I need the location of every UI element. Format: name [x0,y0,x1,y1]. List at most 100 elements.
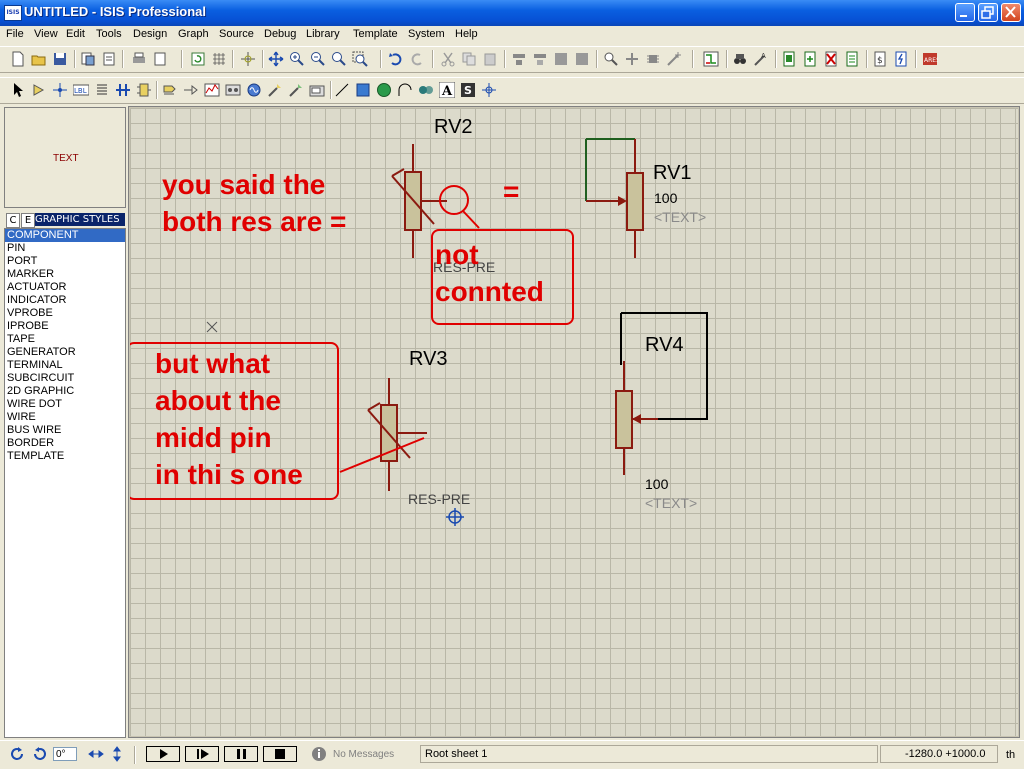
list-item[interactable]: INDICATOR [5,294,125,307]
redraw-button[interactable] [190,51,206,67]
rotation-input[interactable] [53,747,77,761]
note1-line2[interactable]: both res are = [162,203,346,240]
rv4-value-label[interactable]: 100 [645,476,668,492]
print-button[interactable] [131,51,147,67]
pan-button[interactable] [268,51,284,67]
rv4-text-label[interactable]: <TEXT> [645,495,697,511]
note3-line1[interactable]: but what [155,345,270,382]
redo-button[interactable] [409,51,425,67]
list-item[interactable]: ACTUATOR [5,281,125,294]
new-button[interactable] [10,51,26,67]
list-item[interactable]: GENERATOR [5,346,125,359]
equals-sign[interactable]: = [503,176,519,208]
text-mode-button[interactable]: A [439,82,455,98]
list-item[interactable]: BORDER [5,437,125,450]
list-item[interactable]: 2D GRAPHIC [5,385,125,398]
menu-system[interactable]: System [408,28,445,40]
minimize-button[interactable] [955,3,975,22]
text-script-mode-button[interactable] [94,82,110,98]
list-item[interactable]: COMPONENT [5,229,125,242]
graph-mode-button[interactable] [204,82,220,98]
list-item[interactable]: VPROBE [5,307,125,320]
grid-button[interactable] [211,51,227,67]
list-item[interactable]: PORT [5,255,125,268]
menu-debug[interactable]: Debug [264,28,296,40]
play-button[interactable] [146,746,180,762]
step-button[interactable] [185,746,219,762]
rv3-ref-label[interactable]: RV3 [409,348,448,371]
menu-tools[interactable]: Tools [96,28,122,40]
menu-source[interactable]: Source [219,28,254,40]
mirror-horizontal-button[interactable] [88,746,104,762]
decompose-button[interactable] [666,51,682,67]
mirror-vertical-button[interactable] [109,746,125,762]
path-mode-button[interactable] [418,82,434,98]
remove-sheet-button[interactable] [823,51,839,67]
arc-mode-button[interactable] [397,82,413,98]
junction-mode-button[interactable] [52,82,68,98]
list-item[interactable]: WIRE [5,411,125,424]
zoom-all-button[interactable] [331,51,347,67]
list-item[interactable]: MARKER [5,268,125,281]
zoom-out-button[interactable] [310,51,326,67]
units-label[interactable]: th [1006,749,1015,761]
pin-mode-button[interactable] [183,82,199,98]
line-mode-button[interactable] [334,82,350,98]
copy-button[interactable] [461,51,477,67]
rotate-clockwise-button[interactable] [10,746,26,762]
virtual-instruments-mode-button[interactable] [309,82,325,98]
mode-e-button[interactable]: E [21,213,35,228]
menu-design[interactable]: Design [133,28,167,40]
rv3-type-label[interactable]: RES-PRE [408,491,470,507]
menu-help[interactable]: Help [455,28,478,40]
import-button[interactable] [80,51,96,67]
list-item[interactable]: WIRE DOT [5,398,125,411]
note3-line4[interactable]: in thi s one [155,456,303,493]
component-mode-button[interactable] [31,82,47,98]
cut-button[interactable] [440,51,456,67]
selection-mode-button[interactable] [10,82,26,98]
list-item[interactable]: TAPE [5,333,125,346]
mark-area-button[interactable] [152,51,168,67]
electrical-check-button[interactable] [893,51,909,67]
rv2-ref-label[interactable]: RV2 [434,116,473,139]
overview-window[interactable]: TEXT [4,107,126,208]
generator-mode-button[interactable] [246,82,262,98]
note3-line3[interactable]: midd pin [155,419,272,456]
list-item[interactable]: IPROBE [5,320,125,333]
messages-text[interactable]: No Messages [333,749,394,760]
menu-file[interactable]: File [6,28,24,40]
save-button[interactable] [52,51,68,67]
menu-graph[interactable]: Graph [178,28,209,40]
rv4-ref-label[interactable]: RV4 [645,334,684,357]
menu-edit[interactable]: Edit [66,28,85,40]
origin-button[interactable] [240,51,256,67]
marker-mode-button[interactable] [481,82,497,98]
voltage-probe-mode-button[interactable] [267,82,283,98]
menu-template[interactable]: Template [353,28,398,40]
new-sheet-button[interactable] [781,51,797,67]
terminals-mode-button[interactable] [162,82,178,98]
bill-of-materials-button[interactable]: $ [872,51,888,67]
open-button[interactable] [31,51,47,67]
circle-mode-button[interactable] [376,82,392,98]
rv1-value-label[interactable]: 100 [654,190,677,206]
wire-autorouter-button[interactable] [703,51,719,67]
rv1-component[interactable] [585,138,644,258]
add-sheet-button[interactable] [802,51,818,67]
menu-view[interactable]: View [34,28,58,40]
pause-button[interactable] [224,746,258,762]
netlist-to-ares-button[interactable]: ARES [922,51,938,67]
stop-button[interactable] [263,746,297,762]
menu-library[interactable]: Library [306,28,340,40]
pick-device-button[interactable] [603,51,619,67]
list-item[interactable]: TEMPLATE [5,450,125,463]
note3-line2[interactable]: about the [155,382,281,419]
block-move-button[interactable] [532,51,548,67]
rv1-text-label[interactable]: <TEXT> [654,209,706,225]
close-button[interactable] [1001,3,1021,22]
list-item[interactable]: PIN [5,242,125,255]
note1-line1[interactable]: you said the [162,166,325,203]
restore-button[interactable] [978,3,998,22]
export-button[interactable] [101,51,117,67]
